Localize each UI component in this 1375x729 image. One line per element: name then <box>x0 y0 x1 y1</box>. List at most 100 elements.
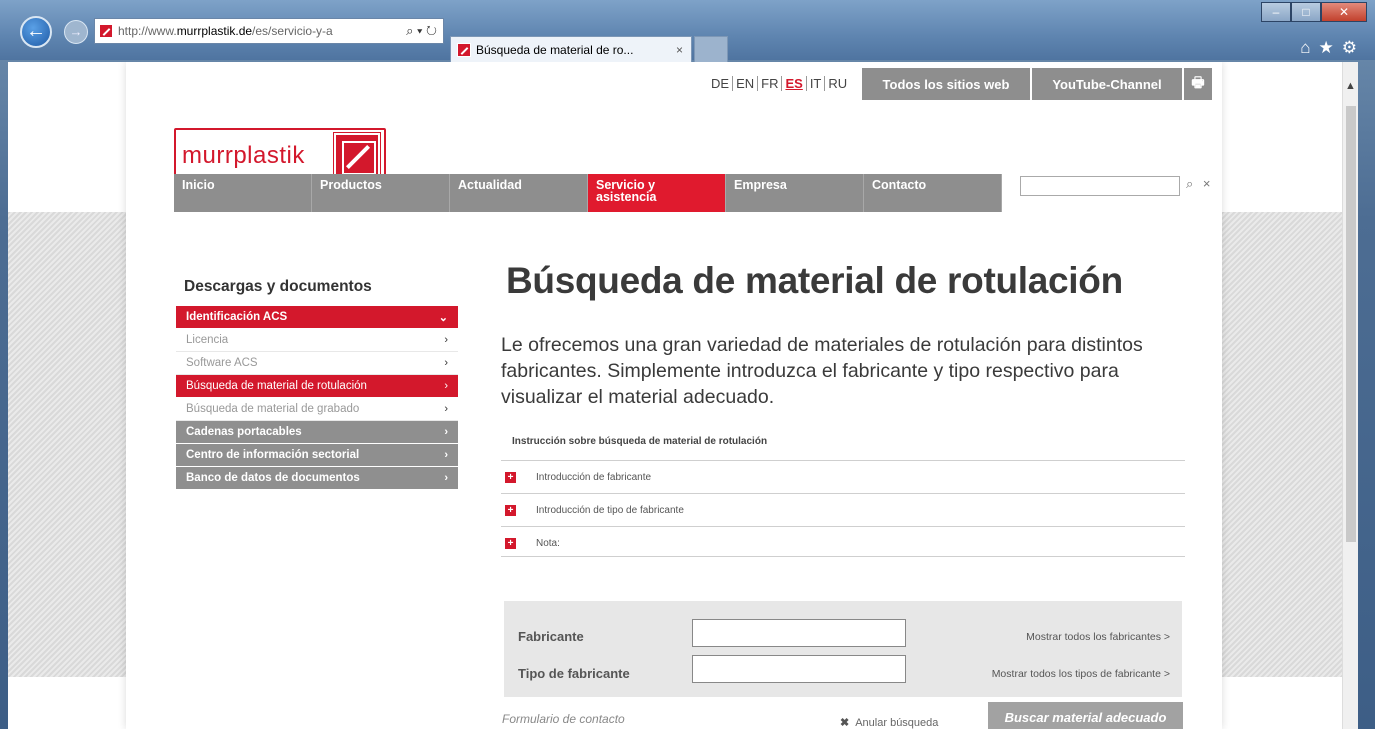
lang-fr[interactable]: FR <box>758 76 783 91</box>
divider <box>501 556 1185 557</box>
sidebar-item-centro-informacion[interactable]: Centro de información sectorial › <box>176 444 458 467</box>
minimize-button[interactable]: – <box>1261 2 1291 22</box>
manufacturer-input[interactable] <box>692 619 906 647</box>
url-prefix: http://www. <box>118 24 177 38</box>
forward-button[interactable]: → <box>64 20 88 44</box>
tab-favicon-icon <box>457 42 471 57</box>
search-icon[interactable]: ⌕ <box>1186 176 1193 191</box>
manufacturer-type-input[interactable] <box>692 655 906 683</box>
nav-contacto[interactable]: Contacto <box>864 174 1002 212</box>
logo-text: murrplastik <box>182 142 305 169</box>
site-favicon-icon <box>99 24 113 38</box>
nav-inicio[interactable]: Inicio <box>174 174 312 212</box>
main-navigation: Inicio Productos Actualidad Servicio y a… <box>174 174 1002 212</box>
lang-it[interactable]: IT <box>806 76 826 91</box>
nav-empresa[interactable]: Empresa <box>726 174 864 212</box>
site-search-input[interactable] <box>1020 176 1180 196</box>
cancel-search-label: Anular búsqueda <box>855 717 939 729</box>
chevron-right-icon: › <box>444 426 448 438</box>
page-viewport: DE EN FR ES IT RU Todos los sitios web YouTub… <box>8 62 1358 729</box>
chevron-right-icon: › <box>444 449 448 461</box>
instructions-heading: Instrucción sobre búsqueda de material d… <box>512 436 768 447</box>
address-actions-icon[interactable]: ⌕ ▾ ↻ <box>406 23 437 39</box>
lang-es[interactable]: ES <box>782 76 807 91</box>
scroll-up-icon[interactable]: ▲ <box>1345 80 1356 92</box>
sidebar-item-label: Identificación ACS <box>186 311 288 323</box>
plus-icon: + <box>505 504 516 516</box>
manufacturer-label: Fabricante <box>518 629 584 644</box>
chevron-right-icon: › <box>444 472 448 484</box>
sidebar-item-label: Banco de datos de documentos <box>186 472 360 484</box>
sidebar: Descargas y documentos Identificación AC… <box>176 266 458 490</box>
contact-form-link[interactable]: Formulario de contacto <box>502 712 625 726</box>
sidebar-item-label: Centro de información sectorial <box>186 449 360 461</box>
browser-tab[interactable]: Búsqueda de material de ro... × <box>450 36 692 62</box>
youtube-channel-button[interactable]: YouTube-Channel <box>1032 68 1182 100</box>
chevron-right-icon: › <box>444 380 448 392</box>
intro-text: Le ofrecemos una gran variedad de materi… <box>501 334 1143 408</box>
new-tab-button[interactable] <box>694 36 728 62</box>
accordion-label: Introducción de fabricante <box>536 471 652 483</box>
background-pattern-right <box>1222 212 1358 677</box>
nav-productos[interactable]: Productos <box>312 174 450 212</box>
chevron-right-icon: › <box>444 334 448 346</box>
sidebar-item-busqueda-rotulacion[interactable]: Búsqueda de material de rotulación › <box>176 375 458 398</box>
nav-servicio-asistencia[interactable]: Servicio y asistencia <box>588 174 726 212</box>
vertical-scrollbar[interactable]: ▲ <box>1342 62 1358 729</box>
language-selector: DE EN FR ES IT RU <box>708 76 850 91</box>
search-material-button[interactable]: Buscar material adecuado <box>988 702 1183 729</box>
home-favorites-settings-icons[interactable]: ⌂★⚙ <box>1300 38 1365 58</box>
plus-icon: + <box>505 537 516 549</box>
chevron-right-icon: › <box>444 357 448 369</box>
maximize-button[interactable]: □ <box>1291 2 1321 22</box>
accordion-item-nota[interactable]: + Nota: <box>501 526 1185 559</box>
back-button[interactable]: ← <box>20 16 52 48</box>
search-form: Fabricante Mostrar todos los fabricantes… <box>504 601 1182 697</box>
scrollbar-thumb[interactable] <box>1346 106 1356 542</box>
sidebar-item-identificacion-acs[interactable]: Identificación ACS ⌄ <box>176 306 458 329</box>
url-path: /es/servicio-y-a <box>252 24 333 38</box>
accordion-label: Nota: <box>536 537 560 549</box>
accordion-item-fabricante[interactable]: + Introducción de fabricante <box>501 460 1185 493</box>
sidebar-item-label: Licencia <box>186 334 229 346</box>
sidebar-item-label: Cadenas portacables <box>186 426 302 438</box>
show-all-manufacturers-link[interactable]: Mostrar todos los fabricantes > <box>1026 631 1170 643</box>
sidebar-item-busqueda-grabado[interactable]: Búsqueda de material de grabado › <box>176 398 458 421</box>
print-icon[interactable]: 🖶 <box>1184 68 1212 100</box>
window-controls: – □ ✕ <box>1261 2 1367 22</box>
lang-de[interactable]: DE <box>708 76 734 91</box>
cancel-search-button[interactable]: ✖ Anular búsqueda <box>840 716 938 729</box>
sidebar-item-label: Búsqueda de material de grabado <box>186 403 360 415</box>
tab-close-icon[interactable]: × <box>676 43 683 57</box>
lang-en[interactable]: EN <box>733 76 759 91</box>
address-url[interactable]: http://www.murrplastik.de/es/servicio-y-… <box>118 24 333 38</box>
logo-mark-icon <box>333 132 381 180</box>
url-domain: murrplastik.de <box>176 24 253 38</box>
browser-window: – □ ✕ ← → http://www.murrplastik.de/es/s… <box>0 0 1375 729</box>
sidebar-item-label: Búsqueda de material de rotulación <box>186 380 367 392</box>
manufacturer-type-label: Tipo de fabricante <box>518 666 630 681</box>
sidebar-heading: Descargas y documentos <box>184 278 372 295</box>
clear-search-icon[interactable]: × <box>1203 176 1211 191</box>
sidebar-item-cadenas-portacables[interactable]: Cadenas portacables › <box>176 421 458 444</box>
all-sites-button[interactable]: Todos los sitios web <box>862 68 1030 100</box>
sidebar-item-licencia[interactable]: Licencia › <box>176 329 458 352</box>
cancel-icon: ✖ <box>840 717 850 729</box>
background-pattern-left <box>8 212 126 677</box>
accordion-item-tipo-fabricante[interactable]: + Introducción de tipo de fabricante <box>501 493 1185 526</box>
lang-ru[interactable]: RU <box>825 76 850 91</box>
chevron-down-icon: ⌄ <box>438 311 448 324</box>
sidebar-item-banco-datos[interactable]: Banco de datos de documentos › <box>176 467 458 490</box>
close-window-button[interactable]: ✕ <box>1321 2 1367 22</box>
sidebar-item-software-acs[interactable]: Software ACS › <box>176 352 458 375</box>
plus-icon: + <box>505 471 516 483</box>
chevron-right-icon: › <box>444 403 448 415</box>
page-container: DE EN FR ES IT RU Todos los sitios web YouTub… <box>126 62 1222 729</box>
nav-actualidad[interactable]: Actualidad <box>450 174 588 212</box>
accordion-label: Introducción de tipo de fabricante <box>536 504 684 516</box>
sidebar-item-label: Software ACS <box>186 357 258 369</box>
search-actions: ⌕ × <box>1186 176 1211 192</box>
show-all-types-link[interactable]: Mostrar todos los tipos de fabricante > <box>992 668 1170 680</box>
tab-title: Búsqueda de material de ro... <box>476 42 634 57</box>
address-bar[interactable]: http://www.murrplastik.de/es/servicio-y-… <box>94 18 444 44</box>
